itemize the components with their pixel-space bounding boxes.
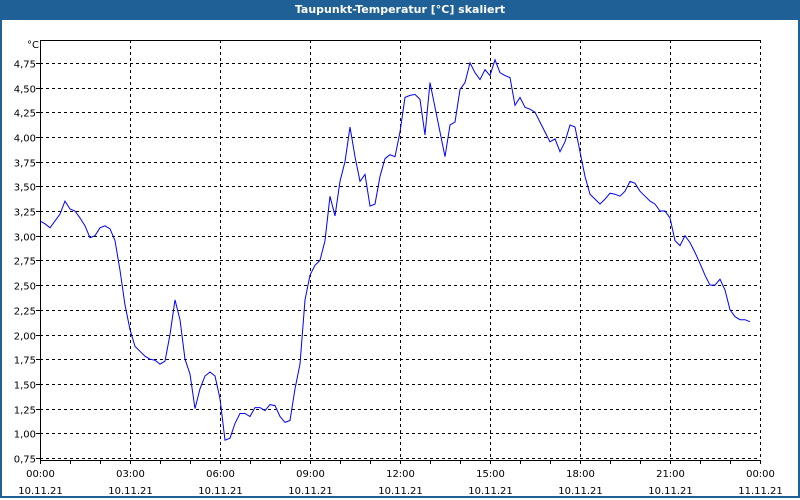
x-tick-time: 21:00	[656, 469, 685, 480]
y-tick-label: 2,75	[14, 257, 36, 268]
x-tick-date: 10.11.21	[288, 486, 333, 497]
x-tick-time: 15:00	[476, 469, 505, 480]
x-tick-date: 10.11.21	[108, 486, 153, 497]
x-tick-date: 11.11.21	[738, 486, 783, 497]
x-tick-time: 12:00	[386, 469, 415, 480]
chart: °C 0,75 1,00 1,25 1,50 1,75 2,00 2,25 2,50 2,75 3…	[14, 40, 783, 497]
y-tick-label: 0,75	[14, 455, 36, 466]
y-tick-label: 1,00	[14, 430, 36, 441]
y-tick-label: 1,50	[14, 381, 36, 392]
y-tick-label: 1,75	[14, 356, 36, 367]
series-line	[39, 58, 751, 441]
x-tick-date: 10.11.21	[198, 486, 243, 497]
x-tick-time: 03:00	[116, 469, 145, 480]
x-tick-time: 00:00	[26, 469, 55, 480]
x-tick-date: 10.11.21	[648, 486, 693, 497]
x-tick-time: 06:00	[206, 469, 235, 480]
y-tick-label: 2,00	[14, 332, 36, 343]
x-tick-time: 09:00	[296, 469, 325, 480]
y-tick-label: 3,50	[14, 183, 36, 194]
x-tick-date: 10.11.21	[378, 486, 423, 497]
y-tick-label: 2,50	[14, 282, 36, 293]
x-tick-date: 10.11.21	[558, 486, 603, 497]
y-tick-label: 4,25	[14, 109, 36, 120]
x-tick-time: 18:00	[566, 469, 595, 480]
y-tick-label: 1,25	[14, 406, 36, 417]
y-unit-label: °C	[27, 40, 39, 51]
y-tick-label: 3,25	[14, 208, 36, 219]
y-tick-label: 3,75	[14, 159, 36, 170]
y-tick-label: 4,00	[14, 134, 36, 145]
y-tick-label: 4,50	[14, 85, 36, 96]
y-tick-label: 4,75	[14, 60, 36, 71]
x-tick-time: 00:00	[746, 469, 775, 480]
y-tick-label: 3,00	[14, 233, 36, 244]
x-tick-date: 10.11.21	[18, 486, 63, 497]
y-tick-label: 2,25	[14, 307, 36, 318]
x-tick-date: 10.11.21	[468, 486, 513, 497]
